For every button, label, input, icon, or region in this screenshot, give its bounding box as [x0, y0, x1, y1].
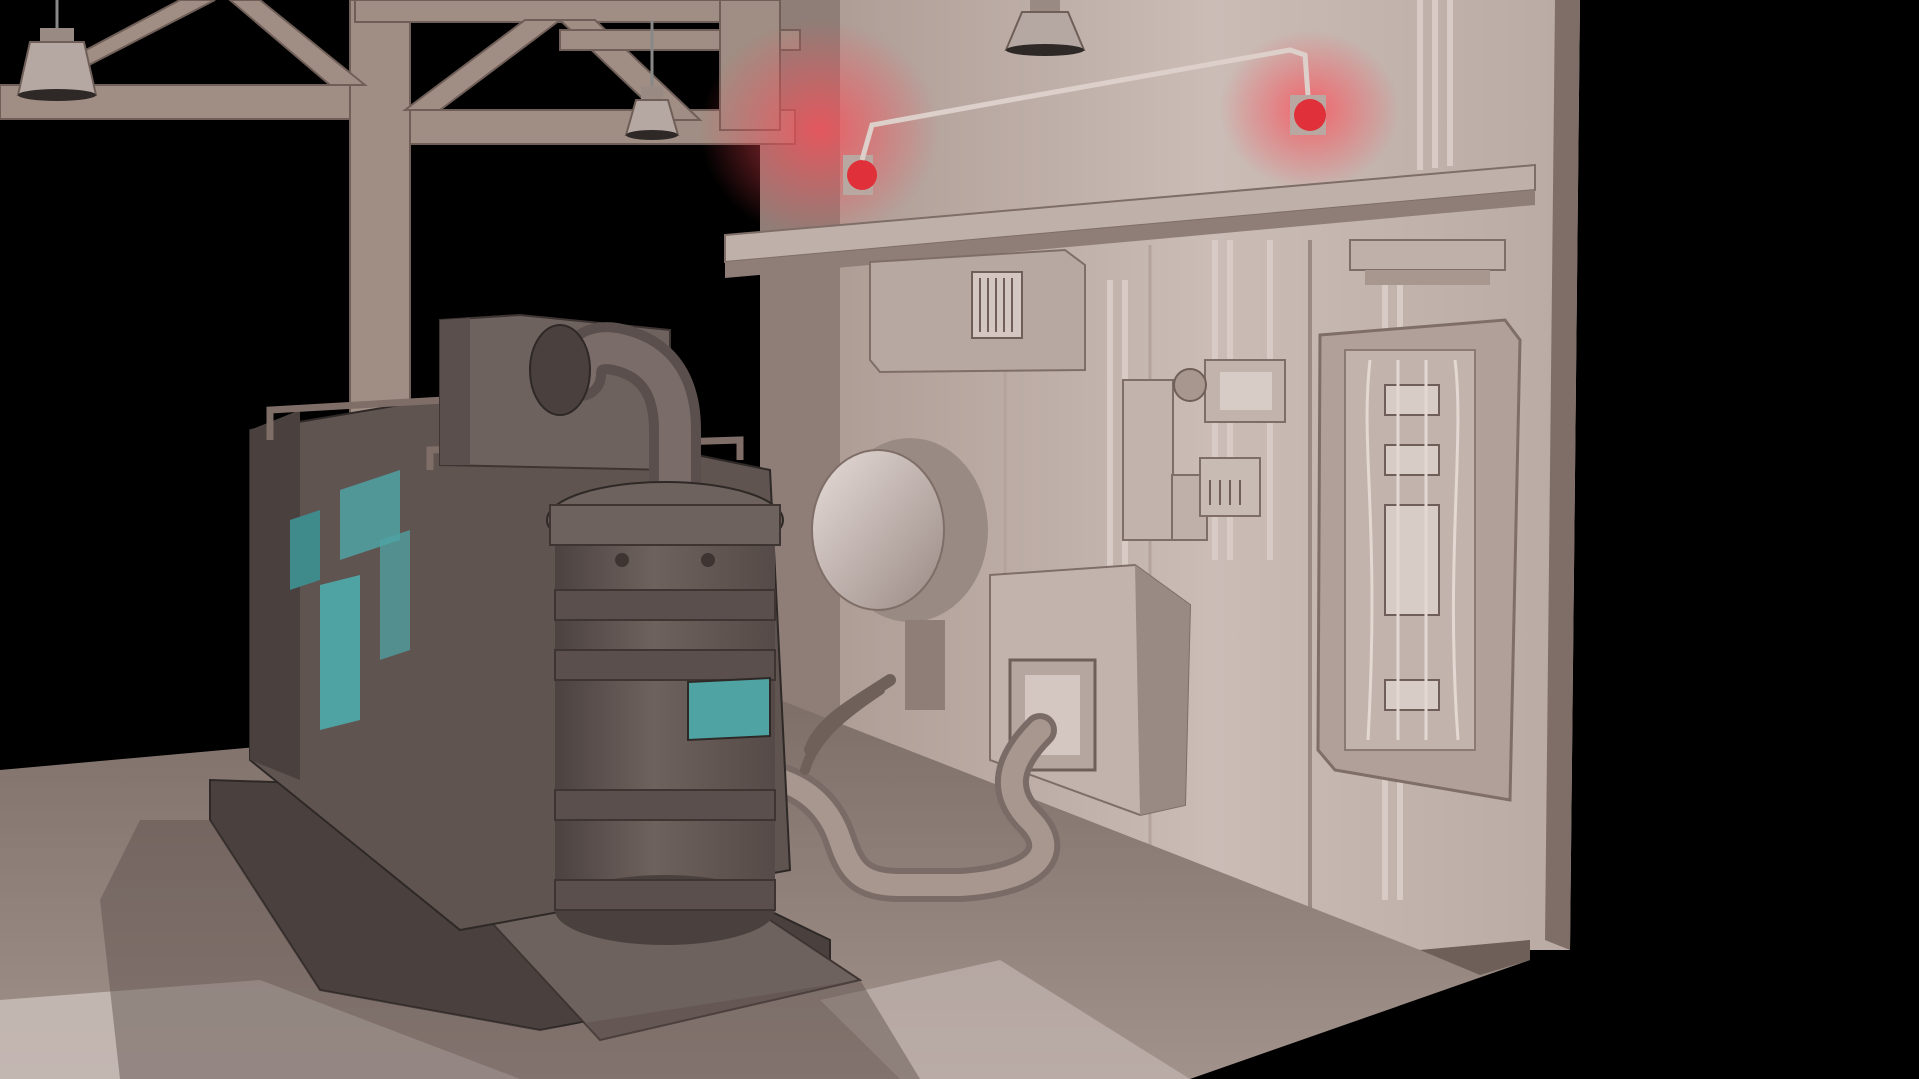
- vent-unit: [869, 248, 1086, 374]
- industrial-generator-room-scene: [0, 0, 1919, 1079]
- filter-tank: [546, 481, 784, 945]
- gauge-icon: [1173, 368, 1207, 402]
- alarm-light-icon: [1290, 95, 1326, 135]
- alarm-light-icon: [843, 155, 877, 195]
